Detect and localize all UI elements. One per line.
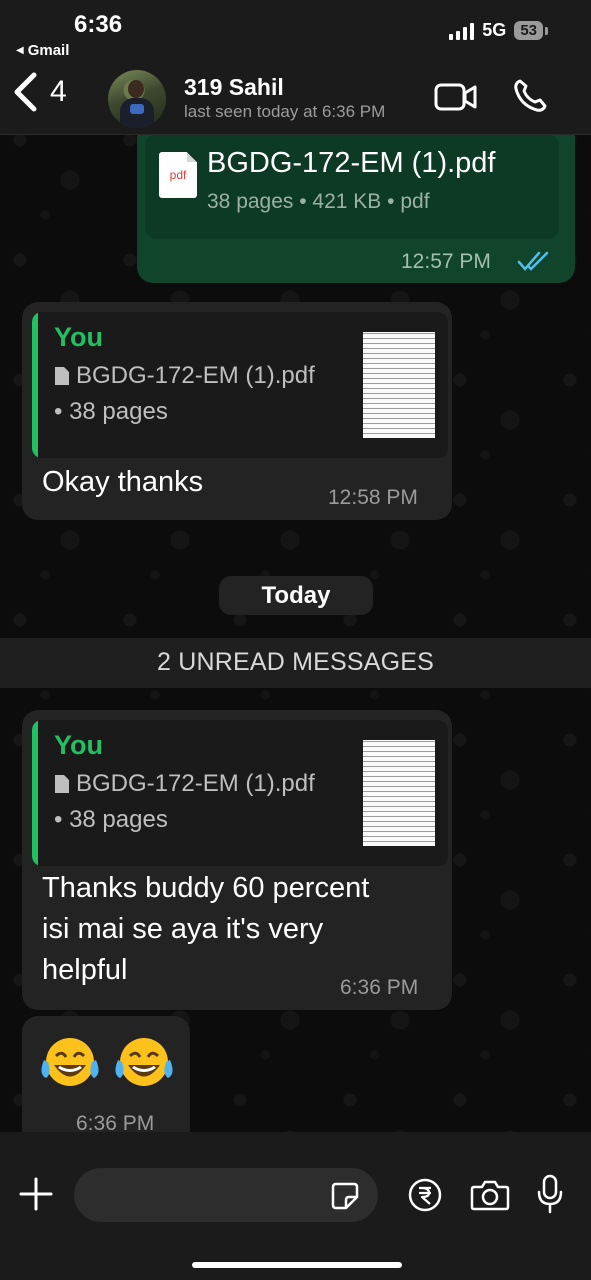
message-text: Thanks buddy 60 percent isi mai se aya i… [42, 872, 370, 986]
unread-chats-count: 4 [50, 75, 67, 108]
document-file-name: BGDG-172-EM (1).pdf [207, 147, 496, 179]
quote-pages: • 38 pages [54, 806, 168, 833]
quote-author: You [54, 730, 103, 760]
document-icon [55, 367, 69, 385]
quote-file-name: BGDG-172-EM (1).pdf [76, 770, 315, 797]
home-indicator[interactable] [192, 1262, 402, 1268]
document-icon [55, 775, 69, 793]
unread-messages-banner: 2 UNREAD MESSAGES [0, 638, 591, 688]
cellular-signal-icon [449, 22, 475, 40]
incoming-reply-message[interactable]: You BGDG-172-EM (1).pdf • 38 pages Thank… [22, 710, 452, 1010]
video-call-icon[interactable] [434, 82, 478, 112]
quote-author: You [54, 322, 103, 352]
document-thumbnail [358, 726, 440, 862]
quote-file: BGDG-172-EM (1).pdf [54, 362, 315, 390]
quoted-message[interactable]: You BGDG-172-EM (1).pdf • 38 pages [32, 720, 448, 866]
sticker-icon[interactable] [330, 1181, 360, 1211]
incoming-reply-message[interactable]: You BGDG-172-EM (1).pdf • 38 pages Okay … [22, 302, 452, 520]
document-meta: 38 pages • 421 KB • pdf [207, 190, 430, 213]
back-button[interactable]: 4 [12, 72, 67, 112]
status-time: 6:36 [74, 11, 123, 38]
back-to-app-link[interactable]: ◀ Gmail [16, 42, 69, 59]
chat-header: 6:36 ◀ Gmail 5G 53 4 319 Sahil last seen… [0, 0, 591, 135]
message-time: 12:57 PM [401, 250, 491, 273]
incoming-emoji-message[interactable]: 6:36 PM [22, 1016, 190, 1146]
phone-call-icon[interactable] [512, 78, 548, 114]
contact-name[interactable]: 319 Sahil [184, 74, 284, 101]
quote-file: BGDG-172-EM (1).pdf [54, 770, 315, 798]
plus-icon[interactable] [18, 1176, 54, 1212]
document-card[interactable]: pdf BGDG-172-EM (1).pdf 38 pages • 421 K… [145, 134, 559, 239]
message-composer [0, 1132, 591, 1280]
message-text: Okay thanks [42, 466, 204, 498]
chevron-left-icon [14, 72, 37, 112]
tears-of-joy-emoji [115, 1038, 173, 1086]
network-type: 5G [482, 20, 507, 40]
quote-pages: • 38 pages [54, 398, 168, 425]
rupee-payment-icon[interactable] [408, 1178, 442, 1212]
contact-avatar[interactable] [108, 70, 166, 128]
back-triangle-icon: ◀ [16, 45, 24, 56]
quoted-message[interactable]: You BGDG-172-EM (1).pdf • 38 pages [32, 312, 448, 458]
pdf-file-icon: pdf [159, 152, 197, 198]
quote-file-name: BGDG-172-EM (1).pdf [76, 362, 315, 389]
back-app-label: Gmail [27, 42, 70, 59]
read-receipt-icon [517, 251, 549, 271]
date-separator: Today [219, 576, 373, 615]
message-time: 12:58 PM [328, 486, 418, 509]
microphone-icon[interactable] [536, 1174, 564, 1214]
emoji-content [38, 1032, 176, 1096]
document-thumbnail [358, 318, 440, 454]
tears-of-joy-emoji [41, 1038, 99, 1086]
contact-last-seen: last seen today at 6:36 PM [184, 102, 386, 121]
status-indicators: 5G 53 [449, 20, 548, 41]
battery-icon: 53 [514, 21, 548, 40]
message-time: 6:36 PM [340, 976, 419, 999]
camera-icon[interactable] [470, 1178, 510, 1212]
